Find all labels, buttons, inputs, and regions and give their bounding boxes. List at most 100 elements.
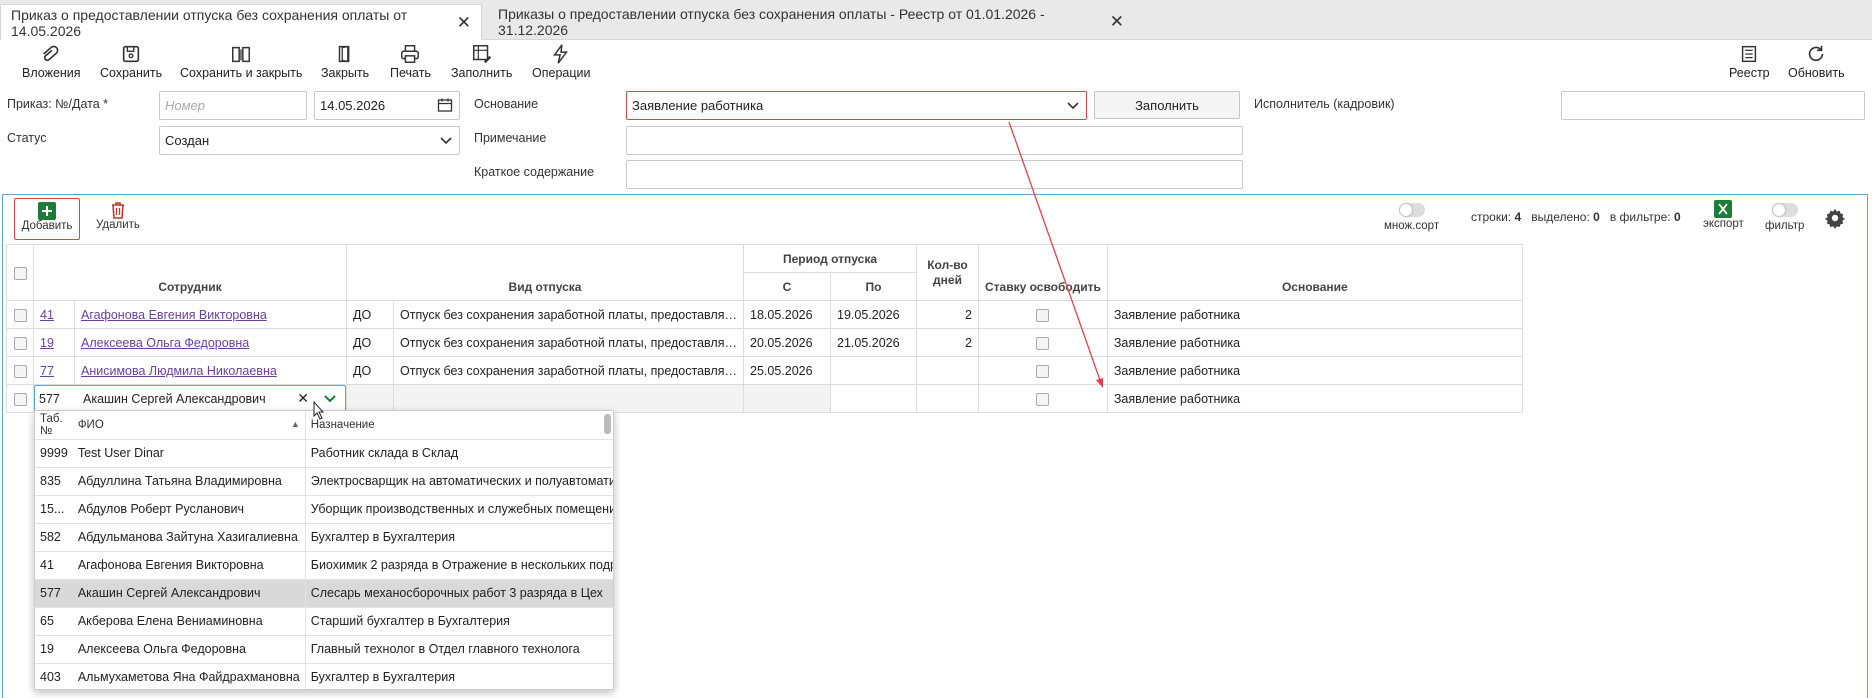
- leave-type: Отпуск без сохранения заработной платы, …: [393, 300, 744, 329]
- list-item[interactable]: 9999 Test User Dinar Работник склада в Скл…: [35, 439, 613, 468]
- list-item[interactable]: 582 Абдульманова Зайтуна Хазигалиевна Бухг…: [35, 523, 613, 552]
- dd-fio: Акашин Сергей Александрович: [72, 579, 306, 608]
- free-rate-cell[interactable]: [978, 328, 1108, 357]
- gear-icon[interactable]: [1824, 207, 1846, 229]
- calendar-icon[interactable]: [437, 97, 453, 113]
- orders-grid: Сотрудник Вид отпуска Период отпуска Кол…: [6, 244, 1523, 413]
- filter-switch[interactable]: [1771, 203, 1798, 217]
- summary-input[interactable]: [626, 160, 1243, 189]
- selected-count: 0: [1593, 210, 1600, 224]
- from-header[interactable]: С: [743, 272, 831, 301]
- list-item[interactable]: 835 Абдуллина Татьяна Владимировна Электро…: [35, 467, 613, 496]
- free-rate-header[interactable]: Ставку освободить: [978, 244, 1108, 301]
- employee-name-link[interactable]: Анисимова Людмила Николаевна: [81, 364, 277, 378]
- free-rate-checkbox[interactable]: [1036, 336, 1050, 350]
- fill-label: Заполнить: [451, 66, 513, 80]
- employee-tab-link[interactable]: 19: [40, 336, 54, 350]
- filter-toggle[interactable]: фильтр: [1765, 203, 1804, 232]
- list-item[interactable]: 41 Агафонова Евгения Викторовна Биохимик 2…: [35, 551, 613, 580]
- delete-label: Удалить: [96, 219, 140, 231]
- free-rate-checkbox[interactable]: [1036, 308, 1050, 322]
- free-rate-checkbox[interactable]: [1036, 364, 1050, 378]
- multisort-toggle[interactable]: множ.сорт: [1384, 203, 1439, 232]
- save-close-button[interactable]: Сохранить и закрыть: [180, 43, 302, 80]
- dd-tab: 835: [35, 467, 73, 496]
- export-button[interactable]: экспорт: [1703, 200, 1744, 230]
- table-row[interactable]: 19 Алексеева Ольга Федоровна ДО Отпуск б…: [6, 328, 1523, 357]
- delete-button[interactable]: Удалить: [96, 201, 140, 231]
- fill-button[interactable]: Заполнить: [1094, 91, 1240, 119]
- select-all-cell[interactable]: [6, 244, 34, 301]
- dd-position: Слесарь механосборочных работ 3 разряда …: [304, 579, 613, 608]
- fill-toolbar-button[interactable]: Заполнить: [451, 43, 512, 80]
- operations-button[interactable]: Операции: [532, 43, 590, 80]
- list-item-selected[interactable]: 577 Акашин Сергей Александрович Слесарь ме…: [35, 579, 613, 608]
- employee-dropdown[interactable]: Таб. № ФИО ▲ Назначение 9999 Test User Din…: [34, 410, 614, 690]
- refresh-button[interactable]: Обновить: [1788, 43, 1845, 80]
- leave-code: ДО: [346, 300, 394, 329]
- table-row[interactable]: 77 Анисимова Людмила Николаевна ДО Отпус…: [6, 356, 1523, 385]
- row-select-cell[interactable]: [6, 300, 34, 329]
- registry-button[interactable]: Реестр: [1729, 43, 1770, 80]
- status-select[interactable]: Создан: [159, 126, 460, 155]
- list-item[interactable]: 403 Альмухаметова Яна Файдрахмановна Бухга…: [35, 663, 613, 689]
- row-checkbox[interactable]: [13, 308, 27, 322]
- close-button[interactable]: Закрыть: [321, 43, 369, 80]
- list-item[interactable]: 65 Акберова Елена Вениаминовна Старший бух…: [35, 607, 613, 636]
- date-value: 14.05.2026: [320, 98, 386, 113]
- leave-code: ДО: [346, 328, 394, 357]
- close-icon[interactable]: ✕: [457, 13, 471, 33]
- dd-position: Бухгалтер в Бухгалтерия: [304, 523, 613, 552]
- free-rate-cell[interactable]: [978, 384, 1108, 413]
- row-checkbox[interactable]: [13, 336, 27, 350]
- employee-header[interactable]: Сотрудник: [33, 244, 347, 301]
- executor-input[interactable]: [1561, 91, 1865, 120]
- dd-tab-header[interactable]: Таб. №: [35, 411, 73, 440]
- edit-row[interactable]: 577 Акашин Сергей Александрович ✕ Заявле…: [6, 384, 1523, 413]
- leave-type-header[interactable]: Вид отпуска: [346, 244, 744, 301]
- add-button[interactable]: Добавить: [14, 198, 80, 240]
- employee-combobox[interactable]: 577 Акашин Сергей Александрович ✕: [34, 385, 346, 412]
- list-item[interactable]: 15... Абдулов Роберт Русланович Уборщик пр…: [35, 495, 613, 524]
- filtered-count: 0: [1673, 210, 1681, 224]
- basis-select[interactable]: Заявление работника: [626, 91, 1087, 120]
- tab-order[interactable]: Приказ о предоставлении отпуска без сохр…: [0, 4, 482, 40]
- employee-tab-link[interactable]: 77: [40, 364, 54, 378]
- basis-header[interactable]: Основание: [1106, 244, 1523, 301]
- attachments-label: Вложения: [22, 66, 81, 80]
- employee-name-link[interactable]: Агафонова Евгения Викторовна: [81, 308, 267, 322]
- row-select-cell[interactable]: [6, 356, 34, 385]
- close-icon[interactable]: ✕: [1110, 12, 1124, 32]
- excel-icon: [1714, 200, 1733, 218]
- date-to: [830, 356, 917, 385]
- days-header[interactable]: Кол-во дней: [916, 244, 979, 301]
- dd-position-header[interactable]: Назначение: [304, 411, 613, 440]
- row-checkbox[interactable]: [13, 364, 27, 378]
- row-select-cell[interactable]: [6, 328, 34, 357]
- chevron-down-icon[interactable]: [323, 392, 337, 406]
- date-input[interactable]: 14.05.2026: [314, 91, 460, 120]
- attachments-button[interactable]: Вложения: [22, 43, 81, 80]
- clear-icon[interactable]: ✕: [297, 390, 309, 407]
- tab-registry[interactable]: Приказы о предоставлении отпуска без сох…: [488, 4, 1134, 40]
- list-item[interactable]: 19 Алексеева Ольга Федоровна Главный техно…: [35, 635, 613, 664]
- dropdown-scrollbar[interactable]: [604, 414, 611, 434]
- employee-tab-link[interactable]: 41: [40, 308, 54, 322]
- multisort-switch[interactable]: [1398, 203, 1425, 217]
- note-input[interactable]: [626, 126, 1243, 155]
- employee-name-link[interactable]: Алексеева Ольга Федоровна: [81, 336, 249, 350]
- to-header[interactable]: По: [830, 272, 917, 301]
- free-rate-cell[interactable]: [978, 356, 1108, 385]
- save-button[interactable]: Сохранить: [100, 43, 162, 80]
- row-select-cell[interactable]: [6, 384, 34, 413]
- table-row[interactable]: 41 Агафонова Евгения Викторовна ДО Отпус…: [6, 300, 1523, 329]
- row-checkbox[interactable]: [13, 392, 27, 406]
- select-all-checkbox[interactable]: [13, 266, 27, 280]
- dd-fio-header[interactable]: ФИО ▲: [72, 411, 306, 440]
- multisort-label: множ.сорт: [1384, 220, 1440, 232]
- free-rate-cell[interactable]: [978, 300, 1108, 329]
- free-rate-checkbox[interactable]: [1036, 392, 1050, 406]
- employee-editor-cell[interactable]: 577 Акашин Сергей Александрович ✕: [33, 384, 347, 413]
- number-input[interactable]: Номер: [159, 91, 307, 120]
- print-button[interactable]: Печать: [390, 43, 431, 80]
